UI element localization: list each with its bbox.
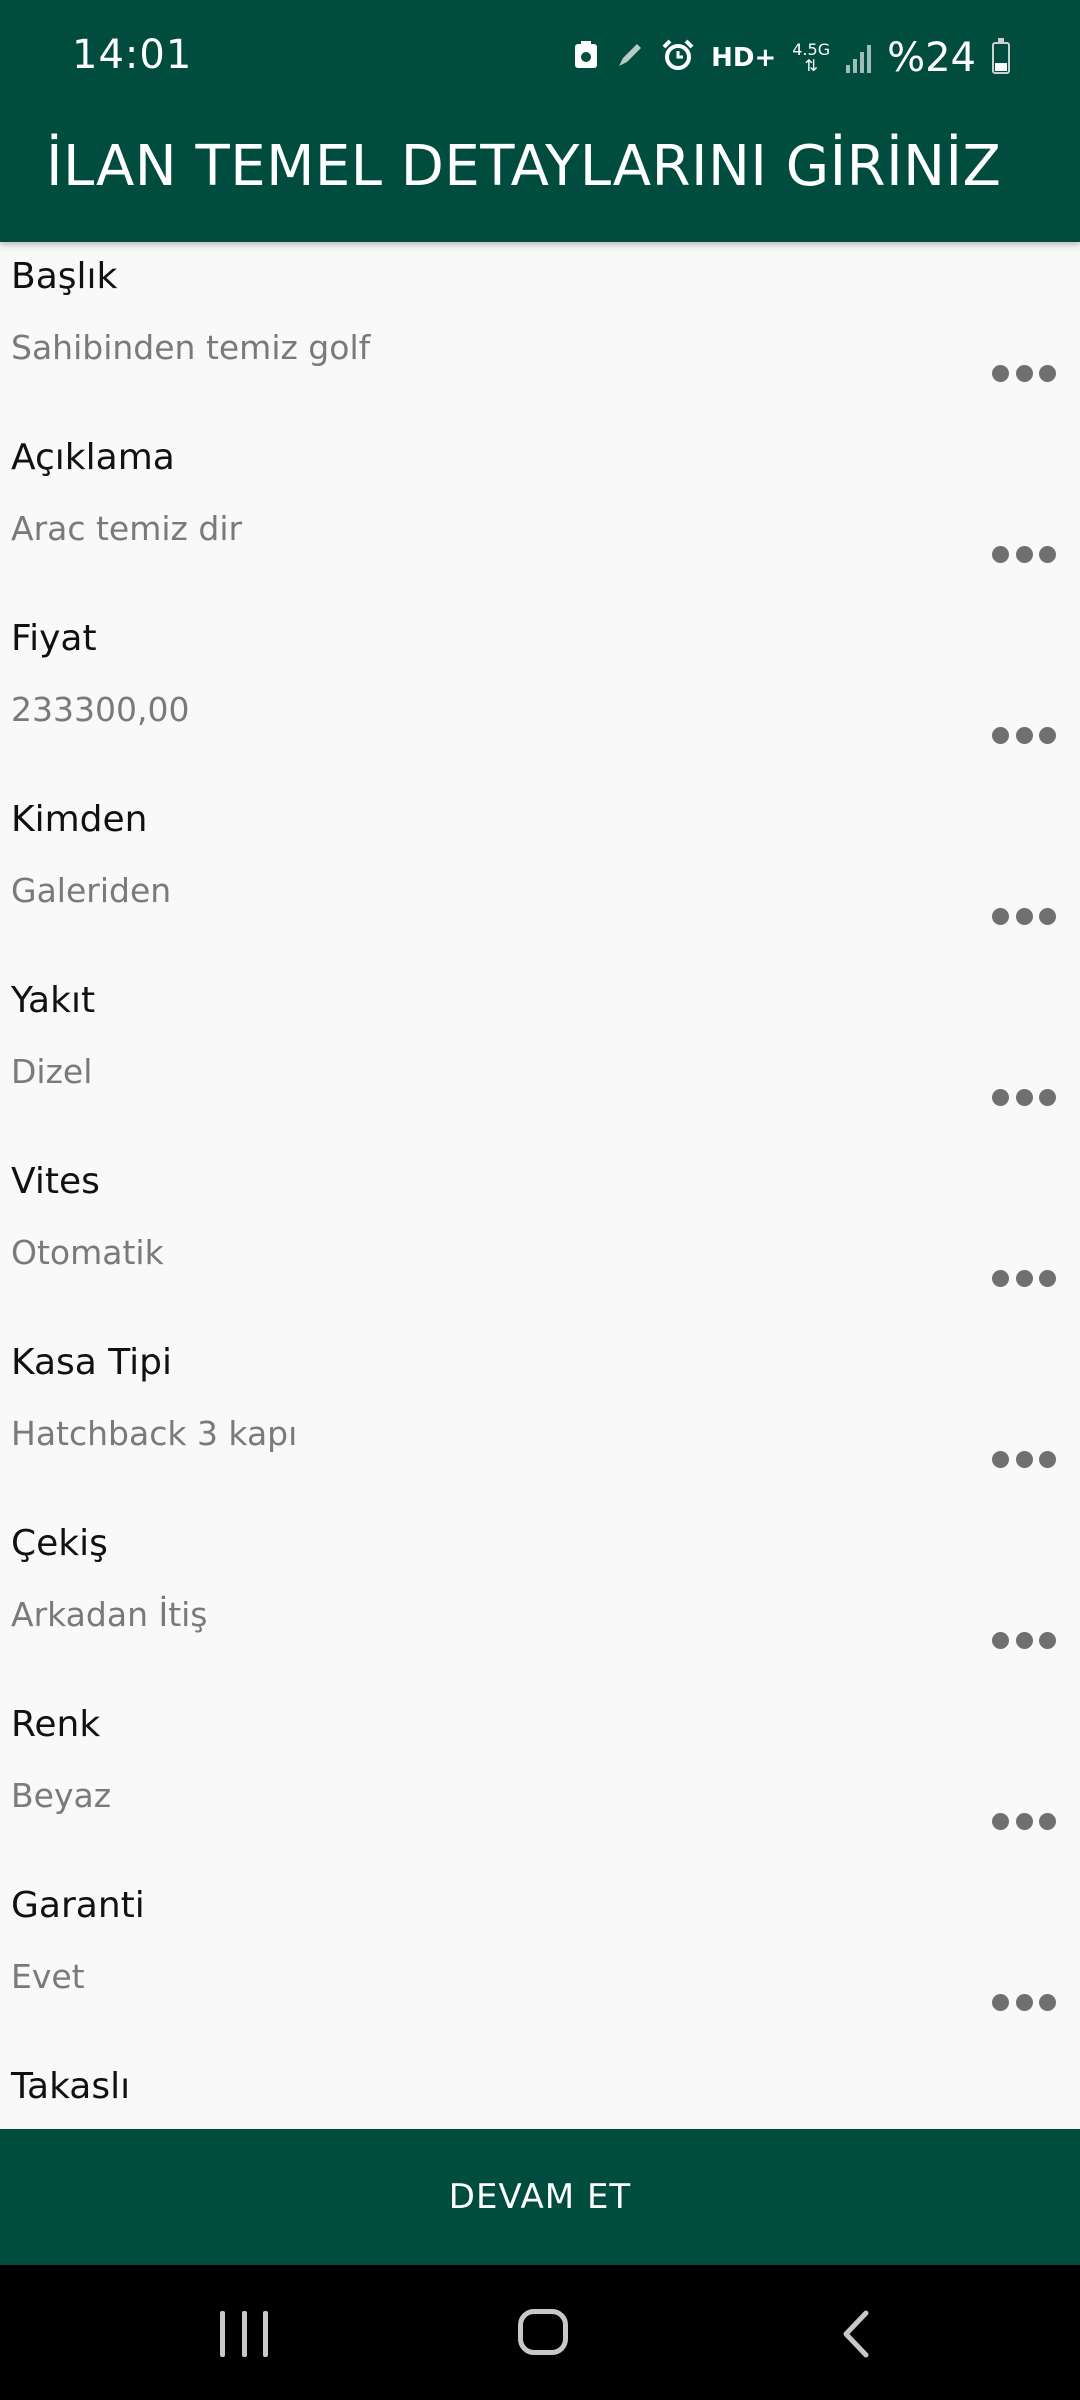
continue-button[interactable]: DEVAM ET <box>0 2129 1080 2265</box>
battery-percent: %24 <box>887 35 976 81</box>
field-label: Başlık <box>11 256 118 297</box>
form-item-cekis[interactable]: Çekiş Arkadan İtiş <box>0 1509 1080 1690</box>
field-label: Yakıt <box>11 980 96 1021</box>
form-item-kasa-tipi[interactable]: Kasa Tipi Hatchback 3 kapı <box>0 1328 1080 1509</box>
field-value: Dizel <box>11 1052 93 1091</box>
home-icon[interactable] <box>518 2309 568 2355</box>
more-horiz-icon[interactable] <box>992 360 1056 386</box>
field-label: Kasa Tipi <box>11 1342 173 1383</box>
field-label: Çekiş <box>11 1523 108 1564</box>
field-value: Hatchback 3 kapı <box>11 1414 298 1453</box>
field-label: Fiyat <box>11 618 97 659</box>
system-nav-bar <box>0 2265 1080 2400</box>
form-item-kimden[interactable]: Kimden Galeriden <box>0 785 1080 966</box>
hd-volte-icon: HD+ <box>711 43 777 73</box>
detail-form-list[interactable]: Başlık Sahibinden temiz golf Açıklama Ar… <box>0 242 1080 2129</box>
field-label: Açıklama <box>11 437 175 478</box>
form-item-aciklama[interactable]: Açıklama Arac temiz dir <box>0 423 1080 604</box>
form-item-vites[interactable]: Vites Otomatik <box>0 1147 1080 1328</box>
page-title: İLAN TEMEL DETAYLARINI GİRİNİZ <box>46 134 1002 199</box>
more-horiz-icon[interactable] <box>992 1265 1056 1291</box>
continue-button-label: DEVAM ET <box>448 2177 632 2217</box>
more-horiz-icon[interactable] <box>992 722 1056 748</box>
field-label: Kimden <box>11 799 148 840</box>
more-horiz-icon[interactable] <box>992 1084 1056 1110</box>
4g-data-icon: 4.5G ⇅ <box>792 40 831 75</box>
field-value: Otomatik <box>11 1233 164 1272</box>
field-label: Renk <box>11 1704 101 1745</box>
field-value: Galeriden <box>11 871 172 910</box>
field-label: Takaslı <box>11 2066 131 2107</box>
more-horiz-icon[interactable] <box>992 1808 1056 1834</box>
back-icon[interactable] <box>836 2309 876 2359</box>
form-item-takasli[interactable]: Takaslı <box>0 2052 1080 2129</box>
signal-icon <box>846 43 872 73</box>
form-item-baslik[interactable]: Başlık Sahibinden temiz golf <box>0 242 1080 423</box>
more-horiz-icon[interactable] <box>992 541 1056 567</box>
pen-icon <box>615 40 645 77</box>
field-label: Garanti <box>11 1885 145 1926</box>
form-item-renk[interactable]: Renk Beyaz <box>0 1690 1080 1871</box>
alarm-icon <box>661 38 695 79</box>
field-value: Sahibinden temiz golf <box>11 328 371 367</box>
recents-icon[interactable] <box>220 2311 268 2357</box>
status-icons: HD+ 4.5G ⇅ %24 <box>573 30 1010 86</box>
field-value: Beyaz <box>11 1776 112 1815</box>
battery-icon <box>992 38 1010 74</box>
status-bar: 14:01 HD+ 4.5G ⇅ %24 <box>0 0 1080 118</box>
form-item-fiyat[interactable]: Fiyat 233300,00 <box>0 604 1080 785</box>
field-value: Arkadan İtiş <box>11 1595 208 1634</box>
status-time: 14:01 <box>72 32 193 78</box>
more-horiz-icon[interactable] <box>992 1446 1056 1472</box>
form-item-garanti[interactable]: Garanti Evet <box>0 1871 1080 2052</box>
field-value: 233300,00 <box>11 690 190 729</box>
field-value: Evet <box>11 1957 85 1996</box>
more-horiz-icon[interactable] <box>992 903 1056 929</box>
more-horiz-icon[interactable] <box>992 1627 1056 1653</box>
field-value: Arac temiz dir <box>11 509 243 548</box>
more-horiz-icon[interactable] <box>992 1989 1056 2015</box>
app-bar: İLAN TEMEL DETAYLARINI GİRİNİZ <box>0 118 1080 242</box>
form-item-yakit[interactable]: Yakıt Dizel <box>0 966 1080 1147</box>
field-label: Vites <box>11 1161 100 1202</box>
save-icon <box>573 40 599 77</box>
